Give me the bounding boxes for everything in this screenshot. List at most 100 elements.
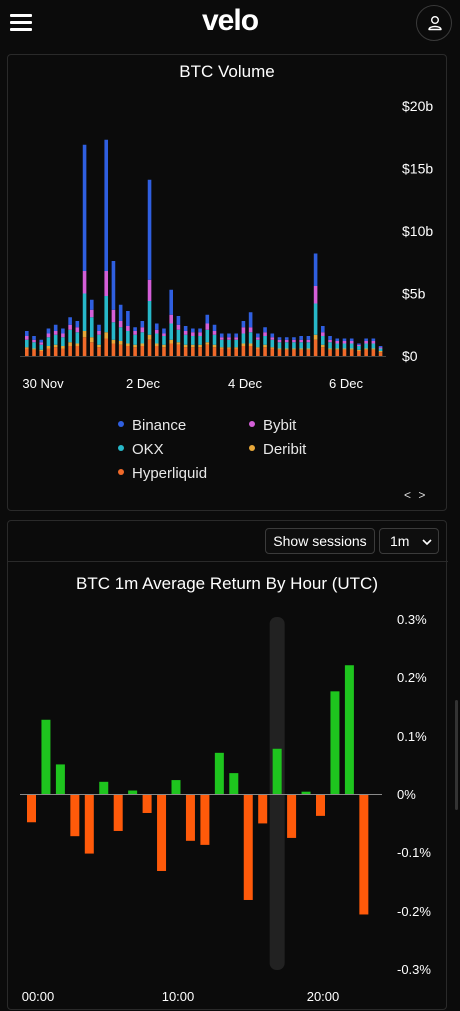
volume-bar-binance-47 bbox=[364, 338, 368, 341]
returns-bar-hour-4 bbox=[84, 795, 94, 854]
returns-bar-hour-1 bbox=[41, 719, 51, 794]
returns-x-tick: 20:00 bbox=[307, 989, 340, 1004]
user-icon[interactable] bbox=[416, 5, 452, 41]
volume-bar-binance-2 bbox=[39, 339, 44, 343]
volume-bar-hyperliquid-2 bbox=[39, 351, 44, 356]
volume-bar-hyperliquid-1 bbox=[32, 349, 36, 356]
volume-bar-okx-41 bbox=[321, 336, 325, 345]
volume-bar-okx-48 bbox=[371, 343, 376, 349]
volume-bar-hyperliquid-42 bbox=[328, 349, 332, 356]
volume-bar-hyperliquid-44 bbox=[342, 349, 347, 356]
legend-item-bybit[interactable]: Bybit bbox=[249, 417, 296, 434]
volume-bar-deribit-12 bbox=[111, 339, 116, 344]
volume-bar-deribit-14 bbox=[126, 343, 130, 346]
legend-item-okx[interactable]: OKX bbox=[118, 441, 164, 458]
volume-bar-hyperliquid-48 bbox=[371, 349, 376, 356]
volume-bar-okx-23 bbox=[191, 336, 195, 345]
volume-bar-hyperliquid-49 bbox=[378, 352, 383, 356]
volume-bar-okx-36 bbox=[284, 342, 289, 349]
volume-bar-bybit-24 bbox=[198, 332, 202, 336]
returns-bar-hour-9 bbox=[157, 795, 167, 871]
volume-bar-bybit-4 bbox=[53, 331, 58, 335]
returns-bar-hour-21 bbox=[330, 691, 340, 794]
volume-bar-binance-1 bbox=[32, 336, 36, 340]
volume-bar-bybit-49 bbox=[378, 347, 383, 349]
volume-bar-okx-13 bbox=[118, 327, 123, 341]
volume-bar-okx-11 bbox=[104, 296, 109, 333]
volume-bar-bybit-38 bbox=[299, 339, 303, 343]
volume-bar-okx-9 bbox=[89, 317, 94, 338]
volume-bar-hyperliquid-37 bbox=[292, 349, 296, 356]
volume-bar-binance-30 bbox=[241, 321, 246, 328]
volume-bar-bybit-18 bbox=[154, 329, 159, 334]
legend-dot-okx bbox=[118, 445, 124, 452]
volume-bar-deribit-4 bbox=[53, 344, 58, 348]
volume-bar-okx-28 bbox=[227, 339, 231, 348]
volume-bar-deribit-11 bbox=[104, 332, 109, 339]
volume-bar-deribit-31 bbox=[248, 343, 253, 346]
volume-bar-deribit-10 bbox=[97, 344, 101, 348]
volume-bar-binance-17 bbox=[147, 179, 152, 280]
volume-bar-okx-8 bbox=[82, 293, 87, 331]
volume-bar-deribit-6 bbox=[68, 342, 72, 346]
volume-bar-deribit-25 bbox=[205, 342, 210, 345]
volume-bar-deribit-0 bbox=[25, 347, 29, 349]
volume-bar-deribit-32 bbox=[256, 347, 260, 349]
volume-bar-hyperliquid-33 bbox=[263, 347, 267, 356]
legend-item-deribit[interactable]: Deribit bbox=[249, 441, 306, 458]
volume-bar-bybit-30 bbox=[241, 327, 246, 334]
volume-bar-deribit-18 bbox=[154, 343, 159, 346]
volume-bar-hyperliquid-28 bbox=[227, 348, 231, 356]
volume-bar-deribit-7 bbox=[75, 343, 80, 346]
volume-bar-binance-16 bbox=[140, 321, 145, 328]
volume-bar-hyperliquid-3 bbox=[46, 348, 51, 356]
volume-bar-bybit-47 bbox=[364, 341, 368, 344]
volume-bar-binance-18 bbox=[154, 323, 159, 330]
volume-bar-hyperliquid-24 bbox=[198, 347, 202, 356]
volume-bar-okx-3 bbox=[46, 337, 51, 346]
volume-bar-okx-39 bbox=[306, 342, 311, 349]
volume-bar-binance-48 bbox=[371, 338, 376, 341]
returns-bar-hour-18 bbox=[287, 795, 297, 838]
volume-bar-deribit-5 bbox=[61, 346, 65, 349]
volume-bar-bybit-15 bbox=[133, 331, 137, 335]
volume-bar-bybit-42 bbox=[328, 339, 332, 343]
top-bar: velo bbox=[0, 0, 460, 48]
volume-bar-okx-32 bbox=[256, 339, 260, 348]
app-logo[interactable]: velo bbox=[0, 4, 460, 38]
volume-bar-okx-15 bbox=[133, 334, 137, 345]
returns-y-tick: -0.2% bbox=[397, 904, 431, 919]
volume-y-tick: $15b bbox=[402, 161, 433, 177]
chart-nav-arrows[interactable]: < > bbox=[404, 488, 427, 502]
volume-bar-deribit-9 bbox=[89, 337, 94, 343]
volume-bar-okx-12 bbox=[111, 322, 116, 340]
returns-bar-hour-12 bbox=[200, 795, 210, 845]
volume-bar-okx-4 bbox=[53, 334, 58, 345]
volume-bar-okx-30 bbox=[241, 333, 246, 344]
scrollbar[interactable] bbox=[455, 700, 458, 810]
volume-bar-okx-27 bbox=[219, 339, 224, 348]
volume-bar-bybit-34 bbox=[270, 337, 275, 340]
volume-y-tick: $10b bbox=[402, 223, 433, 239]
legend-item-binance[interactable]: Binance bbox=[118, 417, 186, 434]
volume-bar-binance-4 bbox=[53, 324, 58, 331]
volume-bar-okx-35 bbox=[277, 342, 282, 349]
volume-bar-bybit-33 bbox=[263, 332, 267, 336]
legend-dot-deribit bbox=[249, 445, 255, 452]
volume-bar-hyperliquid-19 bbox=[162, 347, 166, 356]
volume-bar-hyperliquid-7 bbox=[75, 346, 80, 356]
returns-panel: Show sessions 1m BTC 1m Average Return B… bbox=[7, 520, 448, 1010]
volume-bar-deribit-49 bbox=[378, 351, 383, 353]
volume-bar-hyperliquid-43 bbox=[335, 349, 340, 356]
volume-bar-deribit-44 bbox=[342, 348, 347, 350]
volume-bar-bybit-43 bbox=[335, 341, 340, 344]
volume-bar-binance-35 bbox=[277, 337, 282, 340]
volume-bar-bybit-25 bbox=[205, 323, 210, 330]
volume-bar-okx-17 bbox=[147, 301, 152, 335]
volume-bar-deribit-3 bbox=[46, 346, 51, 349]
volume-bar-binance-21 bbox=[176, 316, 181, 325]
legend-item-hyperliquid[interactable]: Hyperliquid bbox=[118, 465, 207, 482]
volume-bar-bybit-13 bbox=[118, 321, 123, 328]
volume-bar-bybit-28 bbox=[227, 337, 231, 340]
volume-bar-binance-0 bbox=[25, 331, 29, 336]
